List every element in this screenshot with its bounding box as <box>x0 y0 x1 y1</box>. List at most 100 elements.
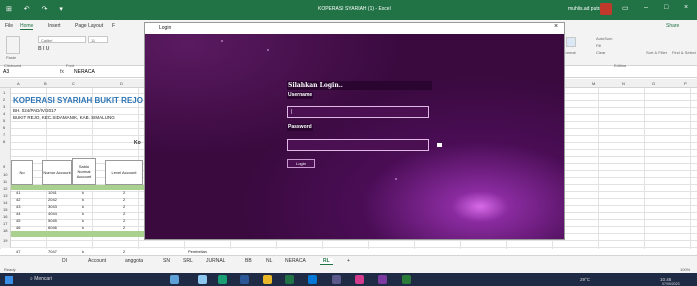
store-icon[interactable] <box>308 275 317 284</box>
row-header[interactable]: 11 <box>3 179 7 184</box>
row-header[interactable]: 15 <box>3 207 7 212</box>
minimize-icon[interactable]: – <box>644 4 648 11</box>
sheet-tab[interactable]: Account <box>88 258 106 264</box>
table-cell[interactable]: k <box>82 190 84 195</box>
share-button[interactable]: Share <box>666 23 679 29</box>
name-box[interactable]: A3 <box>3 69 43 76</box>
weather-widget[interactable]: 29°C <box>580 277 590 282</box>
row-header[interactable]: 2 <box>3 97 5 102</box>
password-input[interactable] <box>287 139 429 151</box>
table-cell[interactable]: 2 <box>123 218 125 223</box>
close-icon[interactable]: × <box>554 23 558 30</box>
column-header[interactable]: N <box>622 81 625 86</box>
row-header[interactable]: 14 <box>3 200 7 205</box>
table-cell[interactable]: 45 <box>16 218 20 223</box>
fill-button[interactable]: Fill <box>596 43 601 48</box>
username-input[interactable]: | <box>287 106 429 118</box>
font-size-select[interactable]: 11 <box>88 36 108 43</box>
table-cell[interactable]: 2 <box>123 197 125 202</box>
table-cell[interactable]: Pembelian <box>188 249 207 254</box>
row-header[interactable]: 17 <box>3 221 7 226</box>
bold-italic-underline[interactable]: B I U <box>38 46 49 52</box>
column-header[interactable]: A <box>17 81 20 86</box>
table-cell[interactable]: k <box>82 249 84 254</box>
table-cell[interactable]: k <box>82 204 84 209</box>
table-cell[interactable]: k <box>82 225 84 230</box>
table-cell[interactable]: 44 <box>16 211 20 216</box>
sheet-tab[interactable]: anggota <box>125 258 143 264</box>
taskbar-search[interactable]: ⌕ Mencari <box>30 276 52 282</box>
table-cell[interactable]: 2 <box>123 225 125 230</box>
sheet-tab[interactable]: JURNAL <box>206 258 225 264</box>
app-icon[interactable] <box>378 275 387 284</box>
login-button[interactable]: Login <box>287 159 315 168</box>
sheet-tab-active[interactable]: RL <box>320 258 333 265</box>
table-cell[interactable]: 2 <box>123 204 125 209</box>
file-explorer-icon[interactable] <box>263 275 272 284</box>
add-sheet-button[interactable]: + <box>347 258 350 264</box>
table-cell[interactable]: 6046 <box>48 225 57 230</box>
row-header[interactable]: 9 <box>3 164 5 169</box>
table-cell[interactable]: k <box>82 197 84 202</box>
tab-home[interactable]: Home <box>20 23 34 30</box>
column-header[interactable]: D <box>120 81 123 86</box>
sheet-tab[interactable]: BB <box>245 258 252 264</box>
fx-icon[interactable]: fx <box>60 69 64 75</box>
row-header[interactable]: 8 <box>3 139 5 144</box>
table-cell[interactable]: 2 <box>123 190 125 195</box>
table-cell[interactable]: k <box>82 218 84 223</box>
table-cell[interactable]: 46 <box>16 225 20 230</box>
row-header[interactable]: 4 <box>3 111 5 116</box>
sort-filter-button[interactable]: Sort & Filter <box>646 50 667 55</box>
task-view-icon[interactable] <box>198 275 207 284</box>
filter-row[interactable] <box>11 185 146 190</box>
clear-button[interactable]: Clear <box>596 50 606 55</box>
maximize-icon[interactable]: □ <box>664 4 668 11</box>
table-cell[interactable]: 47 <box>16 249 20 254</box>
paste-button[interactable]: Paste <box>6 55 16 60</box>
row-header[interactable]: 18 <box>3 228 7 233</box>
paste-icon[interactable] <box>6 36 20 54</box>
table-cell[interactable]: 5045 <box>48 218 57 223</box>
format-icon[interactable] <box>566 37 576 47</box>
sheet-tab[interactable]: NL <box>266 258 272 264</box>
app-icon[interactable] <box>402 275 411 284</box>
row-header[interactable]: 3 <box>3 104 5 109</box>
app-icon[interactable] <box>332 275 341 284</box>
table-cell[interactable]: k <box>82 211 84 216</box>
row-header[interactable]: 13 <box>3 193 7 198</box>
ribbon-display-icon[interactable]: ▭ <box>622 4 629 12</box>
close-icon[interactable]: × <box>684 4 688 11</box>
table-cell[interactable]: 7047 <box>48 249 57 254</box>
sheet-tab[interactable]: NERACA <box>285 258 306 264</box>
sheet-tab[interactable]: SN <box>163 258 170 264</box>
row-header[interactable]: 19 <box>3 238 7 243</box>
column-header[interactable]: P <box>684 81 687 86</box>
clock-date[interactable]: 07/09/2023 <box>662 282 680 286</box>
table-cell[interactable]: 2 <box>123 211 125 216</box>
show-password-checkbox[interactable] <box>437 143 442 147</box>
tab-file[interactable]: File <box>5 23 13 29</box>
edge-icon[interactable] <box>218 275 227 284</box>
tab-page-layout[interactable]: Page Layout <box>75 23 103 29</box>
jumlah-row[interactable] <box>11 231 146 237</box>
column-header[interactable]: B <box>44 81 47 86</box>
excel-icon[interactable] <box>285 275 294 284</box>
row-header[interactable]: 7 <box>3 132 5 137</box>
table-cell[interactable]: 43 <box>16 204 20 209</box>
column-header[interactable]: C <box>72 81 75 86</box>
row-header[interactable]: 10 <box>3 172 7 177</box>
table-cell[interactable]: 3043 <box>48 204 57 209</box>
app-icon[interactable] <box>355 275 364 284</box>
row-header[interactable]: 5 <box>3 118 5 123</box>
row-header[interactable]: 16 <box>3 214 7 219</box>
app-icon[interactable] <box>170 275 179 284</box>
table-cell[interactable]: 4044 <box>48 211 57 216</box>
word-icon[interactable] <box>240 275 249 284</box>
row-header[interactable]: 6 <box>3 125 5 130</box>
autosum-button[interactable]: AutoSum <box>596 36 612 41</box>
windows-start-icon[interactable] <box>5 276 13 284</box>
tab-formulas[interactable]: F <box>112 23 115 29</box>
column-header[interactable]: O <box>652 81 655 86</box>
font-name-select[interactable]: Calibri <box>38 36 86 43</box>
